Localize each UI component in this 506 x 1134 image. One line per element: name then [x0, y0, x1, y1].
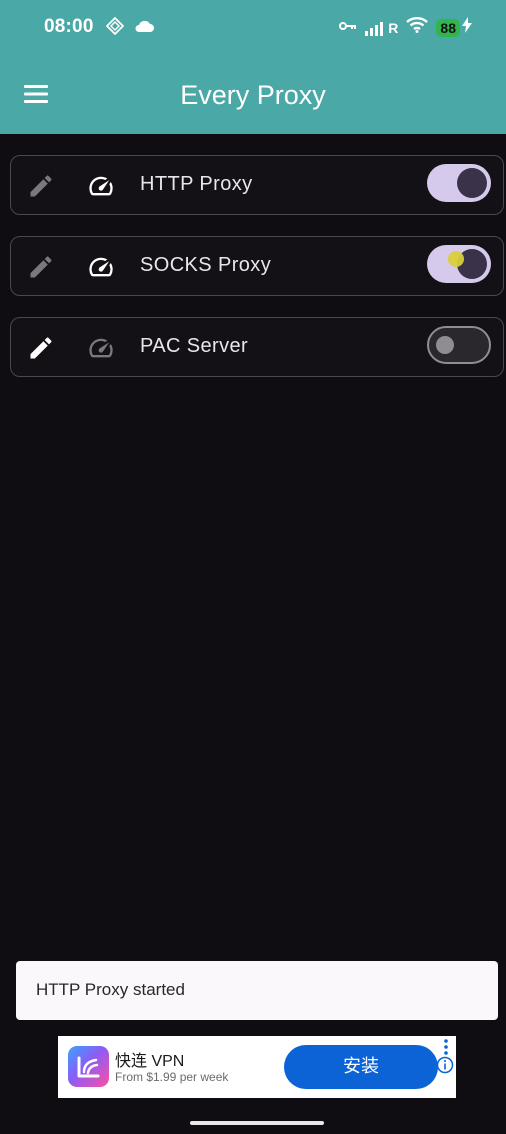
charging-icon [462, 17, 472, 38]
more-vertical-icon[interactable] [444, 1039, 448, 1055]
proxy-toggle-http[interactable] [427, 164, 491, 202]
toggle-knob [436, 336, 454, 354]
ad-install-button[interactable]: 安装 [284, 1045, 438, 1089]
screen: 08:00 R 88 Every Proxy HTTP Proxy SOCKS … [0, 0, 506, 1134]
toggle-knob [457, 168, 487, 198]
speedometer-icon[interactable] [87, 172, 115, 200]
cloud-icon [134, 19, 154, 38]
pencil-icon[interactable] [27, 172, 55, 200]
pencil-icon[interactable] [27, 253, 55, 281]
proxy-label: HTTP Proxy [140, 173, 253, 195]
proxy-toggle-pac[interactable] [427, 326, 491, 364]
proxy-list: HTTP Proxy SOCKS Proxy PAC Server [10, 155, 504, 398]
ad-subtitle: From $1.99 per week [115, 1070, 229, 1084]
status-bar: 08:00 R 88 [0, 0, 506, 54]
ad-title[interactable]: 快连 VPN [115, 1047, 184, 1071]
proxy-card-pac: PAC Server [10, 317, 504, 377]
proxy-label: SOCKS Proxy [140, 254, 272, 276]
status-time: 08:00 [44, 16, 94, 37]
top-bar-background: 08:00 R 88 Every Proxy [0, 0, 506, 134]
key-icon [339, 19, 357, 37]
signal-icon: R [365, 20, 398, 36]
battery-level: 88 [440, 19, 456, 36]
proxy-toggle-socks[interactable] [427, 245, 491, 283]
proxy-label: PAC Server [140, 335, 249, 357]
ad-app-logo[interactable] [68, 1046, 109, 1087]
speedometer-icon[interactable] [87, 334, 115, 362]
proxy-card-socks: SOCKS Proxy [10, 236, 504, 296]
battery-indicator: 88 [436, 18, 460, 37]
wifi-icon [406, 17, 429, 38]
status-left-icons [105, 16, 154, 40]
home-indicator[interactable] [190, 1121, 324, 1125]
app-bar: Every Proxy [0, 54, 506, 134]
proxy-card-http: HTTP Proxy [10, 155, 504, 215]
ad-logo-mark-icon [77, 1056, 100, 1078]
snackbar-message: HTTP Proxy started [36, 980, 185, 999]
snackbar: HTTP Proxy started [16, 961, 498, 1020]
status-right-icons: R 88 [339, 17, 472, 38]
info-icon[interactable] [436, 1056, 454, 1074]
app-title: Every Proxy [180, 80, 326, 110]
diamond-icon [105, 16, 125, 40]
speedometer-icon[interactable] [87, 253, 115, 281]
ad-banner[interactable]: 快连 VPN From $1.99 per week 安装 [58, 1036, 456, 1098]
touch-indicator [448, 251, 464, 267]
signal-roaming-label: R [388, 19, 399, 36]
pencil-icon[interactable] [27, 334, 55, 362]
